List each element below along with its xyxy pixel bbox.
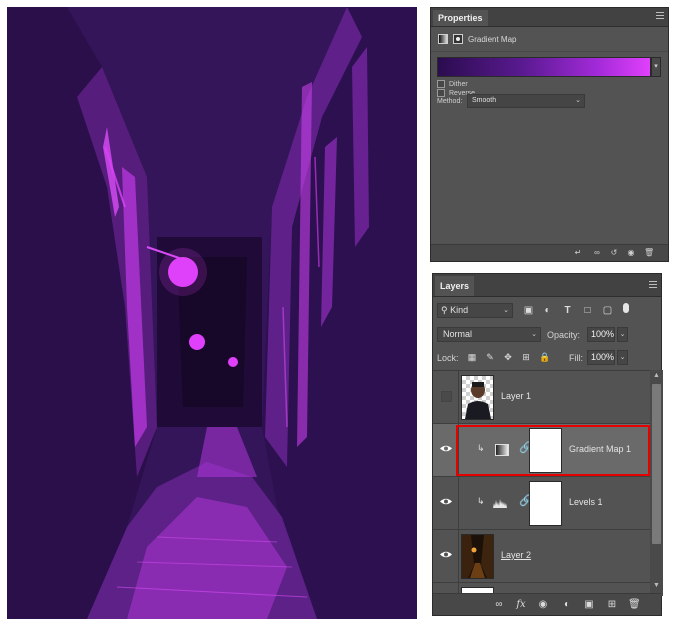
levels-histogram-icon[interactable]: [493, 497, 507, 508]
dither-checkbox[interactable]: [437, 80, 445, 88]
blend-row: Normal ⌄ Opacity: 100% ⌄: [433, 324, 661, 346]
add-mask-icon[interactable]: ◉: [537, 599, 549, 610]
fill-dropdown-button[interactable]: ⌄: [617, 350, 628, 365]
clipping-arrow-icon: ↳: [477, 496, 485, 506]
layers-header: Layers: [433, 274, 661, 297]
view-previous-state-icon[interactable]: ∞: [592, 248, 602, 258]
layer-mask-icon[interactable]: [453, 34, 463, 44]
properties-header: Properties: [431, 8, 668, 27]
lock-all-icon[interactable]: 🔒: [539, 352, 550, 362]
properties-footer: ↵ ∞ ↺ ◉ 🗑: [431, 244, 668, 261]
layer-thumbnail: [461, 375, 494, 420]
dither-label: Dither: [449, 80, 468, 88]
layer-filter-bar: ⚲ Kind ⌄ ▣ ◐ T □ ▢: [433, 300, 661, 322]
eye-icon[interactable]: [440, 550, 452, 559]
opacity-dropdown-button[interactable]: ⌄: [617, 327, 628, 342]
person-portrait-thumbnail: [465, 382, 491, 419]
new-adjustment-icon[interactable]: ◐: [561, 599, 573, 610]
reset-icon[interactable]: ↺: [609, 248, 619, 258]
layer-name[interactable]: Layer 2: [501, 550, 531, 560]
method-value: Smooth: [472, 97, 497, 104]
fill-input[interactable]: 100%: [587, 350, 615, 365]
panel-menu-icon[interactable]: [656, 12, 664, 20]
scroll-down-arrow-icon[interactable]: ▼: [652, 582, 661, 590]
new-group-icon[interactable]: ▣: [583, 599, 595, 610]
lock-position-icon[interactable]: ✥: [503, 352, 513, 362]
divider: [458, 477, 459, 530]
layer-mask-thumbnail[interactable]: [529, 481, 562, 526]
opacity-label: Opacity:: [547, 330, 581, 340]
layer-row-layer-1[interactable]: Layer 1: [433, 371, 650, 424]
lock-transparent-pixels-icon[interactable]: ▦: [467, 352, 477, 362]
scroll-up-arrow-icon[interactable]: ▲: [652, 372, 661, 380]
pixel-layer-filter-icon[interactable]: ▣: [523, 305, 534, 316]
panel-menu-icon[interactable]: [649, 281, 657, 289]
blend-mode-select[interactable]: Normal ⌄: [437, 327, 541, 342]
selection-highlight-outline: [456, 425, 650, 476]
gradient-map-icon[interactable]: [438, 34, 448, 44]
gradient-dropdown-button[interactable]: ▾: [651, 57, 661, 77]
lock-label: Lock:: [437, 353, 459, 363]
layers-footer: ∞ fx ◉ ◐ ▣ ⊞ 🗑: [433, 593, 661, 615]
opacity-input[interactable]: 100%: [587, 327, 615, 342]
chevron-down-icon: ⌄: [503, 307, 509, 314]
divider: [458, 371, 459, 424]
lock-artboard-icon[interactable]: ⊞: [521, 352, 531, 362]
fx-icon[interactable]: fx: [515, 599, 527, 610]
filter-kind-select[interactable]: ⚲ Kind ⌄: [437, 303, 513, 318]
layer-row-layer-2[interactable]: Layer 2: [433, 530, 650, 583]
new-layer-icon[interactable]: ⊞: [606, 599, 618, 610]
eye-icon[interactable]: [440, 497, 452, 506]
gradient-mapped-alley-image: [7, 7, 417, 619]
adjustment-layer-filter-icon[interactable]: ◐: [542, 305, 553, 316]
fill-label: Fill:: [569, 353, 583, 363]
reverse-checkbox[interactable]: [437, 89, 445, 97]
alley-photo-thumbnail: [462, 535, 493, 578]
divider: [458, 530, 459, 583]
tab-properties[interactable]: Properties: [433, 10, 488, 26]
filter-toggle-switch[interactable]: [623, 303, 629, 313]
lock-image-pixels-icon[interactable]: ✎: [485, 352, 495, 362]
method-select[interactable]: Smooth ⌄: [467, 94, 585, 108]
layer-thumbnail: [461, 534, 494, 579]
smart-object-filter-icon[interactable]: ▢: [602, 305, 613, 316]
visibility-eye-icon[interactable]: ◉: [626, 248, 636, 258]
visibility-toggle-off[interactable]: [441, 391, 452, 402]
method-label: Method:: [437, 98, 463, 105]
scrollbar-thumb[interactable]: [652, 384, 661, 544]
layer-name[interactable]: Layer 1: [501, 391, 531, 401]
adjustment-title-row: Gradient Map: [438, 32, 516, 46]
layer-name[interactable]: Levels 1: [569, 497, 603, 507]
dither-option[interactable]: Dither: [437, 80, 468, 88]
delete-layer-icon[interactable]: 🗑: [628, 599, 641, 610]
type-layer-filter-icon[interactable]: T: [562, 305, 573, 316]
layer-list: Layer 1 ↳ 🔗 Gradient Map 1 ↳ 🔗 Levels 1 …: [433, 370, 650, 597]
properties-panel: Properties Gradient Map ▾ Dither Reverse…: [430, 7, 669, 262]
adjustment-title: Gradient Map: [468, 34, 517, 44]
layer-row-levels-1[interactable]: ↳ 🔗 Levels 1: [433, 477, 650, 530]
chevron-down-icon: ⌄: [575, 97, 581, 104]
blend-mode-value: Normal: [443, 329, 473, 339]
shape-layer-filter-icon[interactable]: □: [582, 305, 593, 316]
link-layers-icon[interactable]: ∞: [493, 599, 505, 610]
layers-scrollbar[interactable]: ▲ ▼: [650, 370, 663, 596]
chevron-down-icon: ⌄: [531, 331, 537, 338]
filter-kind-value: Kind: [450, 305, 469, 315]
search-icon: ⚲: [441, 305, 451, 315]
trash-icon[interactable]: 🗑: [644, 248, 654, 258]
divider: [431, 51, 668, 52]
gradient-picker[interactable]: [437, 57, 651, 77]
document-canvas[interactable]: [7, 7, 417, 619]
clip-to-layer-icon[interactable]: ↵: [573, 248, 583, 258]
eye-icon[interactable]: [440, 444, 452, 453]
tab-layers[interactable]: Layers: [435, 276, 475, 296]
lock-row: Lock: ▦ ✎ ✥ ⊞ 🔒 Fill: 100% ⌄: [433, 347, 661, 369]
